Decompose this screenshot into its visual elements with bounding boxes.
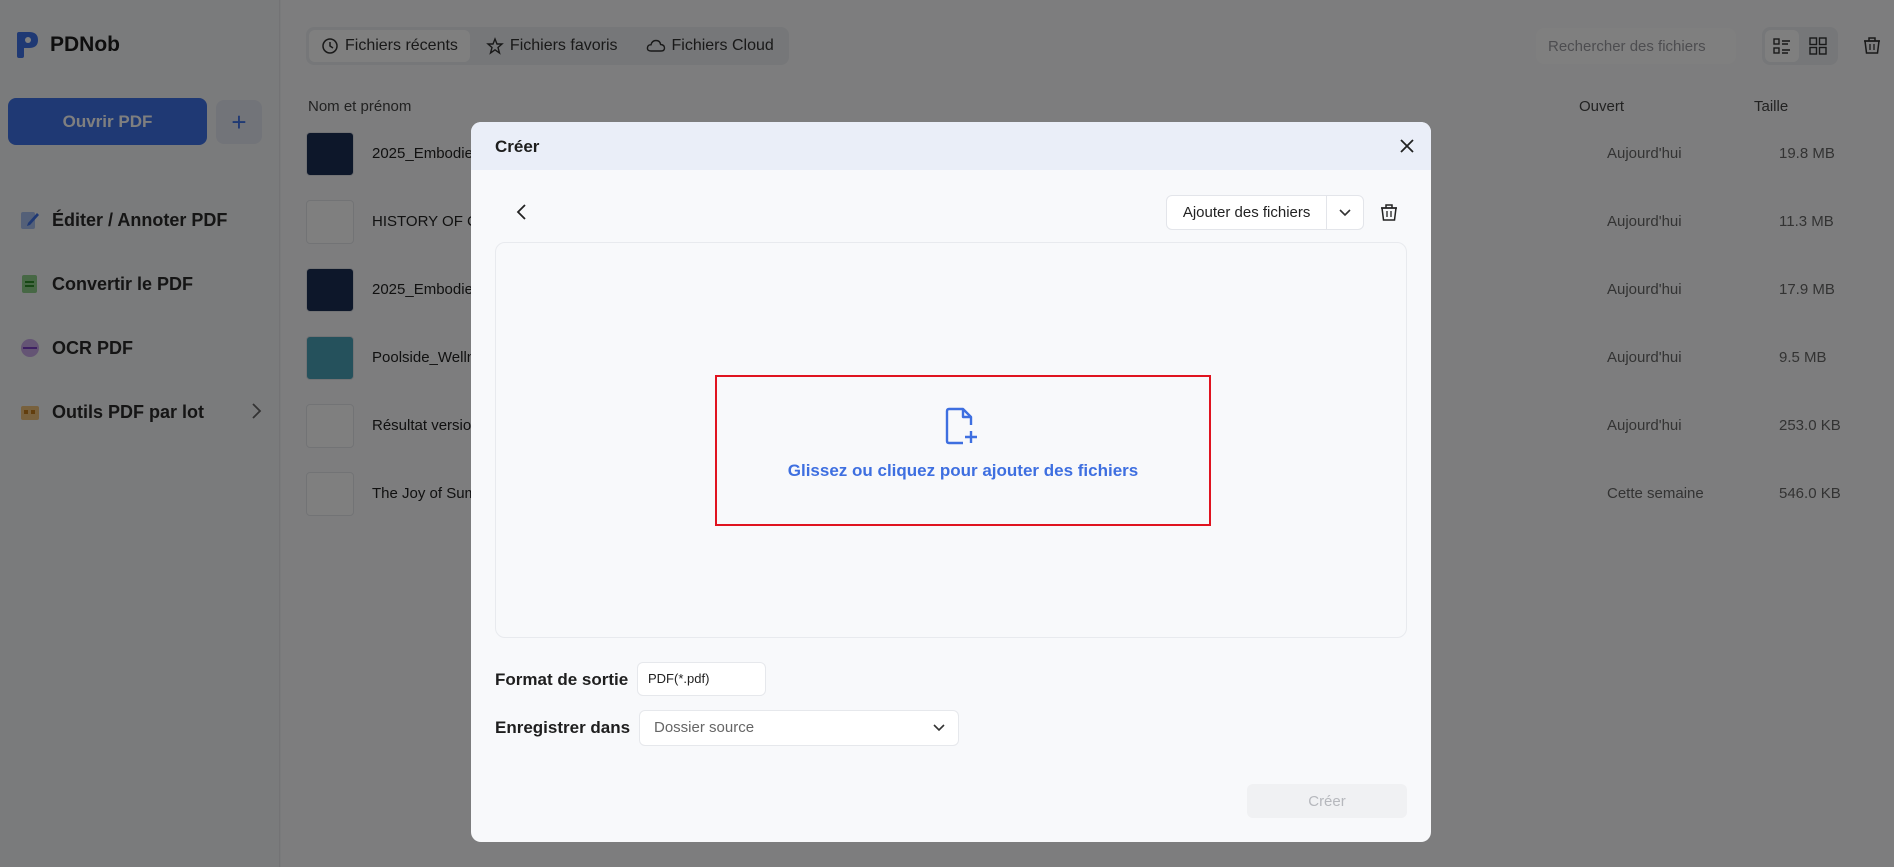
chevron-down-icon [1339, 208, 1351, 216]
add-files-split-button: Ajouter des fichiers [1166, 195, 1364, 230]
dialog-title: Créer [495, 137, 540, 156]
add-files-button[interactable]: Ajouter des fichiers [1167, 196, 1328, 229]
output-format-label: Format de sortie [495, 670, 629, 689]
output-format-field[interactable]: PDF(*.pdf) [637, 662, 766, 696]
add-files-dropdown[interactable] [1327, 208, 1363, 218]
create-dialog: Créer Ajouter des fichiers Glissez ou cl… [471, 122, 1431, 842]
save-in-label: Enregistrer dans [495, 718, 631, 737]
close-button[interactable] [1397, 136, 1417, 156]
add-file-icon [945, 407, 977, 445]
trash-icon[interactable] [1378, 201, 1400, 223]
dropzone-target[interactable]: Glissez ou cliquez pour ajouter des fich… [715, 375, 1211, 526]
save-in-value: Dossier source [654, 719, 755, 736]
close-icon [1400, 139, 1414, 153]
back-button[interactable] [509, 200, 533, 224]
dialog-header: Créer [471, 122, 1431, 170]
dropzone-text: Glissez ou cliquez pour ajouter des fich… [787, 461, 1139, 480]
chevron-down-icon [933, 724, 945, 732]
chevron-left-icon [516, 204, 526, 220]
save-in-select[interactable]: Dossier source [639, 710, 959, 746]
create-button[interactable]: Créer [1247, 784, 1407, 818]
